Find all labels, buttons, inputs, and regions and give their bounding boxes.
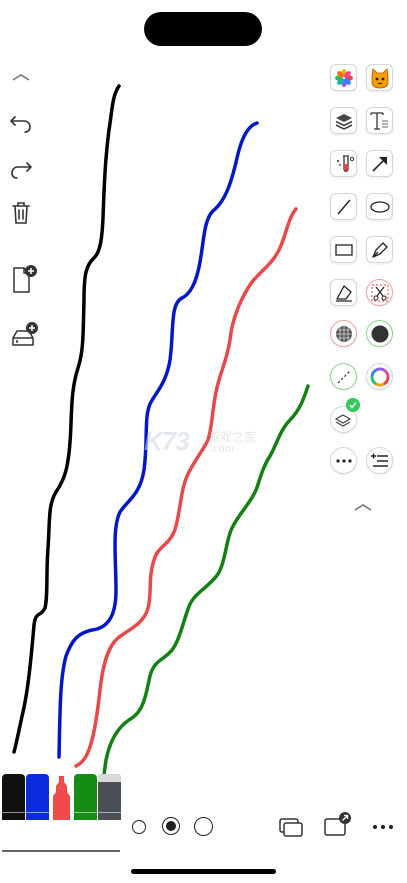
- redo-button[interactable]: [6, 154, 36, 184]
- delete-button[interactable]: [6, 198, 36, 228]
- check-badge-icon: [346, 398, 360, 412]
- chevron-up-icon: [354, 504, 372, 511]
- more-horizontal-button[interactable]: [368, 812, 398, 842]
- layers-icon: [335, 113, 352, 130]
- redo-icon: [11, 162, 32, 179]
- size-large[interactable]: [194, 817, 213, 836]
- pen-nib-icon: [371, 241, 388, 258]
- save-drive-button[interactable]: [8, 320, 38, 350]
- more-button[interactable]: [330, 447, 357, 474]
- color-wheel-icon: [370, 367, 389, 386]
- undo-button[interactable]: [6, 108, 36, 138]
- fill-color-button[interactable]: [366, 320, 393, 347]
- save-drive-icon: [12, 322, 38, 346]
- dashed-line-icon: [337, 370, 350, 383]
- gray-pen[interactable]: [98, 774, 121, 820]
- grid-color-icon: [335, 325, 352, 342]
- eraser-icon: [335, 284, 352, 302]
- text-icon: [369, 111, 388, 130]
- rectangle-icon: [334, 243, 353, 256]
- undo-icon: [10, 116, 31, 133]
- pen-tray: [2, 774, 121, 852]
- color-wheel-button[interactable]: [366, 363, 393, 390]
- selected-dot: [166, 821, 176, 831]
- home-indicator[interactable]: [131, 869, 276, 874]
- list-add-button[interactable]: [366, 447, 393, 474]
- sticker-button[interactable]: [366, 64, 393, 91]
- ellipse-icon: [369, 200, 390, 213]
- red-stroke: [74, 207, 298, 768]
- collapse-left-button[interactable]: [6, 62, 36, 92]
- red-marker-icon: [53, 776, 70, 820]
- text-button[interactable]: [366, 107, 393, 134]
- collapse-right-button[interactable]: [348, 492, 378, 522]
- grid-color-button[interactable]: [330, 320, 357, 347]
- chevron-up-icon: [12, 74, 30, 81]
- blue-pen[interactable]: [26, 774, 49, 820]
- arrow-button[interactable]: [366, 150, 393, 177]
- fill-circle-icon: [371, 325, 388, 342]
- line-button[interactable]: [330, 193, 357, 220]
- layers-button[interactable]: [330, 107, 357, 134]
- trash-icon: [12, 202, 30, 224]
- more-icon: [335, 458, 352, 463]
- ellipse-button[interactable]: [366, 193, 393, 220]
- pen-button[interactable]: [366, 236, 393, 263]
- photos-button[interactable]: [330, 64, 357, 91]
- rectangle-button[interactable]: [330, 236, 357, 263]
- more-horizontal-icon: [373, 825, 393, 829]
- black-pen[interactable]: [2, 774, 25, 820]
- pen-tray-line: [2, 850, 120, 852]
- size-medium-selected[interactable]: [162, 817, 180, 835]
- new-page-icon: [13, 265, 37, 293]
- test-tube-icon: [336, 154, 354, 172]
- red-pen[interactable]: [50, 774, 73, 820]
- arrow-icon: [371, 156, 387, 172]
- windows-icon: [279, 818, 303, 837]
- list-add-icon: [370, 453, 388, 467]
- scissors-icon: [371, 284, 388, 301]
- share-window-button[interactable]: [322, 810, 352, 840]
- share-window-icon: [324, 812, 351, 836]
- line-icon: [336, 199, 351, 214]
- new-page-button[interactable]: [8, 264, 38, 294]
- green-pen[interactable]: [74, 774, 97, 820]
- windows-button[interactable]: [276, 812, 306, 842]
- eraser-button[interactable]: [330, 279, 357, 306]
- size-small[interactable]: [132, 820, 146, 834]
- science-button[interactable]: [330, 150, 357, 177]
- line-style-button[interactable]: [330, 363, 357, 390]
- scissors-button[interactable]: [366, 279, 393, 306]
- cat-sticker-icon: [371, 67, 388, 88]
- photos-icon: [334, 68, 353, 87]
